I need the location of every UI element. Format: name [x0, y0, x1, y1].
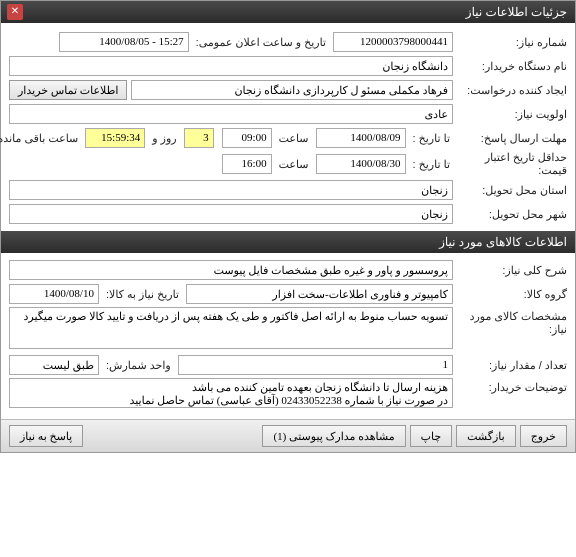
reply-button[interactable]: پاسخ به نیاز [9, 425, 83, 447]
need-no-field[interactable] [333, 32, 453, 52]
days-left-field [184, 128, 214, 148]
need-to-date-field[interactable] [9, 284, 99, 304]
label-buyer-notes: توضیحات خریدار: [457, 378, 567, 394]
contact-info-button[interactable]: اطلاعات تماس خریدار [9, 80, 127, 100]
label-item-spec: مشخصات کالای مورد نیاز: [457, 307, 567, 336]
label-priority: اولویت نیاز: [457, 108, 567, 121]
titlebar: جزئیات اطلاعات نیاز ✕ [1, 1, 575, 23]
goods-group-field[interactable] [186, 284, 453, 304]
qty-field[interactable] [178, 355, 453, 375]
label-province: استان محل تحویل: [457, 184, 567, 197]
exit-button[interactable]: خروج [520, 425, 567, 447]
label-reply-deadline: مهلت ارسال پاسخ: [457, 132, 567, 145]
buyer-notes-textarea[interactable] [9, 378, 453, 408]
announce-datetime-field[interactable] [59, 32, 189, 52]
label-need-no: شماره نیاز: [457, 36, 567, 49]
footer-toolbar: خروج بازگشت چاپ مشاهده مدارک پیوستی (1) … [1, 419, 575, 452]
need-desc-field[interactable] [9, 260, 453, 280]
label-qty: تعداد / مقدار نیاز: [457, 359, 567, 372]
label-announce-datetime: تاریخ و ساعت اعلان عمومی: [193, 36, 329, 49]
label-request-creator: ایجاد کننده درخواست: [457, 84, 567, 97]
form-body: شماره نیاز: تاریخ و ساعت اعلان عمومی: نا… [1, 23, 575, 419]
label-to-date-2: تا تاریخ : [410, 158, 453, 171]
window-title: جزئیات اطلاعات نیاز [466, 5, 567, 19]
label-need-to-date: تاریخ نیاز به کالا: [103, 288, 182, 301]
label-min-validity: حداقل تاریخ اعتبار قیمت: [457, 151, 567, 177]
buyer-org-field[interactable] [9, 56, 453, 76]
city-field[interactable] [9, 204, 453, 224]
label-count-unit: واحد شمارش: [103, 359, 174, 372]
label-to-date-1: تا تاریخ : [410, 132, 453, 145]
back-button[interactable]: بازگشت [456, 425, 516, 447]
print-button[interactable]: چاپ [410, 425, 453, 447]
priority-field[interactable] [9, 104, 453, 124]
label-need-desc: شرح کلی نیاز: [457, 264, 567, 277]
label-day-and: روز و [149, 132, 179, 145]
need-details-window: جزئیات اطلاعات نیاز ✕ شماره نیاز: تاریخ … [0, 0, 576, 453]
validity-date-field[interactable] [316, 154, 406, 174]
close-icon[interactable]: ✕ [7, 4, 23, 20]
count-unit-field[interactable] [9, 355, 99, 375]
label-hours-remaining: ساعت باقی مانده [0, 132, 81, 145]
label-hour-1: ساعت [276, 132, 312, 145]
label-goods-group: گروه کالا: [457, 288, 567, 301]
label-buyer-org: نام دستگاه خریدار: [457, 60, 567, 73]
time-left-field [85, 128, 145, 148]
reply-date-field[interactable] [316, 128, 406, 148]
attachments-button[interactable]: مشاهده مدارک پیوستی (1) [262, 425, 405, 447]
item-spec-textarea[interactable] [9, 307, 453, 349]
label-hour-2: ساعت [276, 158, 312, 171]
request-creator-field[interactable] [131, 80, 453, 100]
province-field[interactable] [9, 180, 453, 200]
validity-time-field[interactable] [222, 154, 272, 174]
label-city: شهر محل تحویل: [457, 208, 567, 221]
reply-time-field[interactable] [222, 128, 272, 148]
section-goods-header: اطلاعات کالاهای مورد نیاز [1, 231, 575, 253]
